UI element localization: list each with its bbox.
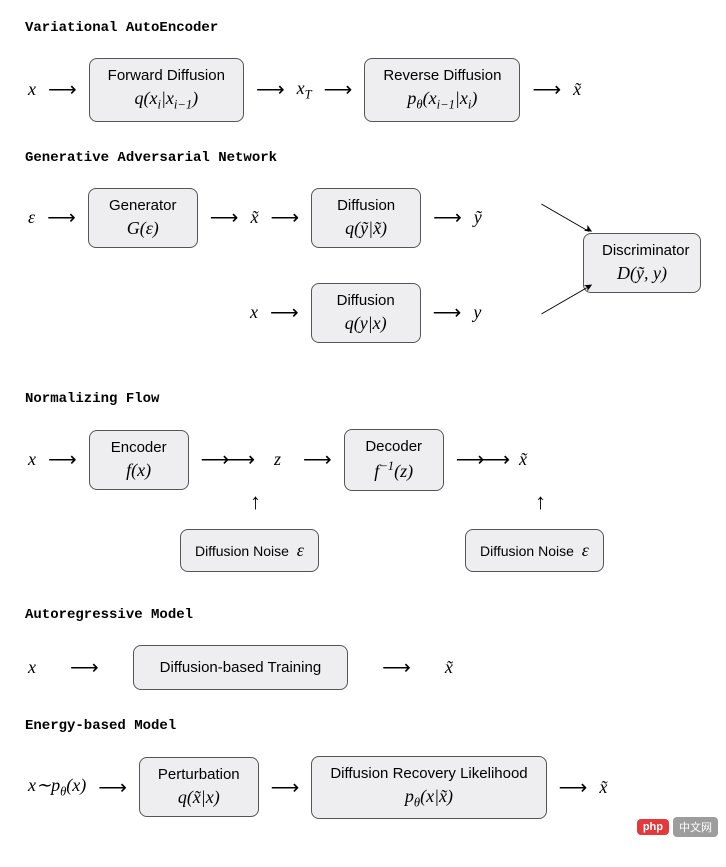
arrow-right-icon: ⟶ [70,655,99,680]
arrow-right-icon: ⟶ [324,77,353,102]
arrow-right-icon: ⟶ [98,775,127,800]
node-formula: G(ε) [107,218,179,239]
node-title: Diffusion [330,292,402,309]
gan-real-path: x ⟶ Diffusion q(y|x) ⟶ y [250,283,481,343]
arrow-right-icon: ⟶ [559,775,588,800]
diffusion-node-real: Diffusion q(y|x) [311,283,421,343]
noise-node-2: Diffusion Noise ε [465,529,604,572]
ar-title: Autoregressive Model [25,607,701,623]
node-formula: D(ỹ, y) [602,263,682,284]
encoder-node: Encoder f(x) [89,430,189,490]
vae-output: x̃ [573,79,581,100]
arrow-right-icon: ⟶ [433,300,462,325]
node-formula: q(y|x) [330,313,402,334]
gan-yreal: y [473,302,481,323]
node-title: Encoder [108,439,170,456]
watermark: php 中文网 [637,817,718,837]
perturbation-node: Perturbation q(x̃|x) [139,757,259,817]
node-title: Generator [107,197,179,214]
gan-eps: ε [28,207,35,228]
node-title: Diffusion Recovery Likelihood [330,765,527,782]
node-formula: f−1(z) [363,459,425,482]
arrow-up-icon: ↑ [250,489,261,515]
node-formula: pθ(x|x̃) [330,786,527,811]
vae-mid: xT [297,78,312,103]
flow-mid: z [274,449,281,470]
arrow-right-icon: ⟶ [270,205,299,230]
node-title: Reverse Diffusion [383,67,501,84]
flow-input: x [28,449,36,470]
ebm-title: Energy-based Model [25,718,701,734]
flow-diagram: x ⟶ Encoder f(x) ⟶⟶ z ⟶ Decoder f−1(z) ⟶… [25,429,701,579]
watermark-text: 中文网 [673,817,718,837]
watermark-badge: php [637,819,669,835]
recovery-node: Diffusion Recovery Likelihood pθ(x|x̃) [311,756,546,820]
arrow-right-icon: ⟶ [210,205,239,230]
node-formula: q(xi|xi−1) [108,88,225,113]
arrow-right-icon: ⟶ [271,775,300,800]
vae-row: x ⟶ Forward Diffusion q(xi|xi−1) ⟶ xT ⟶ … [25,58,701,122]
noise-label: Diffusion Noise ε [195,543,304,559]
section-vae: Variational AutoEncoder x ⟶ Forward Diff… [25,20,701,122]
discriminator-node: Discriminator D(ỹ, y) [583,233,701,293]
generator-node: Generator G(ε) [88,188,198,248]
arrow-right-icon: ⟶ [303,447,332,472]
gan-title: Generative Adversarial Network [25,150,701,166]
node-formula: q(x̃|x) [158,787,240,808]
noise-node-1: Diffusion Noise ε [180,529,319,572]
arrow-right-icon: ⟶ [433,205,462,230]
arrow-right-icon: ⟶ [256,77,285,102]
arrow-right-icon: ⟶ [382,655,411,680]
node-title: Forward Diffusion [108,67,225,84]
node-formula: f(x) [108,460,170,481]
diffusion-node-fake: Diffusion q(ỹ|x̃) [311,188,421,248]
arrow-right-icon: ⟶ [270,300,299,325]
arrow-right-icon: ⟶ [48,447,77,472]
gan-xreal: x [250,302,258,323]
arrow-right-icon: ⟶ [47,205,76,230]
vae-title: Variational AutoEncoder [25,20,701,36]
ar-row: x ⟶ Diffusion-based Training ⟶ x̃ [25,645,701,690]
node-formula: q(ỹ|x̃) [330,218,402,239]
section-flow: Normalizing Flow x ⟶ Encoder f(x) ⟶⟶ z ⟶… [25,391,701,579]
node-title: Discriminator [602,242,682,259]
diffusion-training-node: Diffusion-based Training [133,645,348,690]
arrow-right-icon: ⟶⟶ [201,447,252,472]
ebm-row: x∼pθ(x) ⟶ Perturbation q(x̃|x) ⟶ Diffusi… [25,756,701,820]
ar-input: x [28,657,36,678]
section-gan: Generative Adversarial Network ε ⟶ Gener… [25,150,701,363]
node-formula: pθ(xi−1|xi) [383,88,501,113]
connector-line-icon [541,286,589,314]
flow-output: x̃ [519,449,527,470]
ebm-output: x̃ [599,777,607,798]
flow-main-path: x ⟶ Encoder f(x) ⟶⟶ z ⟶ Decoder f−1(z) ⟶… [25,429,527,491]
node-title: Diffusion [330,197,402,214]
gan-gen-path: ε ⟶ Generator G(ε) ⟶ x̃ ⟶ Diffusion q(ỹ|… [25,188,482,248]
section-ar: Autoregressive Model x ⟶ Diffusion-based… [25,607,701,690]
ar-output: x̃ [445,657,453,678]
flow-title: Normalizing Flow [25,391,701,407]
node-title: Decoder [363,438,425,455]
connector-line-icon [541,203,589,231]
gan-xtilde: x̃ [250,207,258,228]
reverse-diffusion-node: Reverse Diffusion pθ(xi−1|xi) [364,58,520,122]
noise-label: Diffusion Noise ε [480,543,589,559]
node-title: Perturbation [158,766,240,783]
gan-ytilde: ỹ [474,207,482,228]
arrow-right-icon: ⟶⟶ [456,447,507,472]
arrow-up-icon: ↑ [535,489,546,515]
section-ebm: Energy-based Model x∼pθ(x) ⟶ Perturbatio… [25,718,701,820]
decoder-node: Decoder f−1(z) [344,429,444,491]
forward-diffusion-node: Forward Diffusion q(xi|xi−1) [89,58,244,122]
arrow-right-icon: ⟶ [48,77,77,102]
gan-diagram: ε ⟶ Generator G(ε) ⟶ x̃ ⟶ Diffusion q(ỹ|… [25,188,701,363]
ebm-input: x∼pθ(x) [28,775,86,800]
node-title: Diffusion-based Training [160,659,321,676]
arrow-right-icon: ⟶ [532,77,561,102]
vae-input: x [28,79,36,100]
